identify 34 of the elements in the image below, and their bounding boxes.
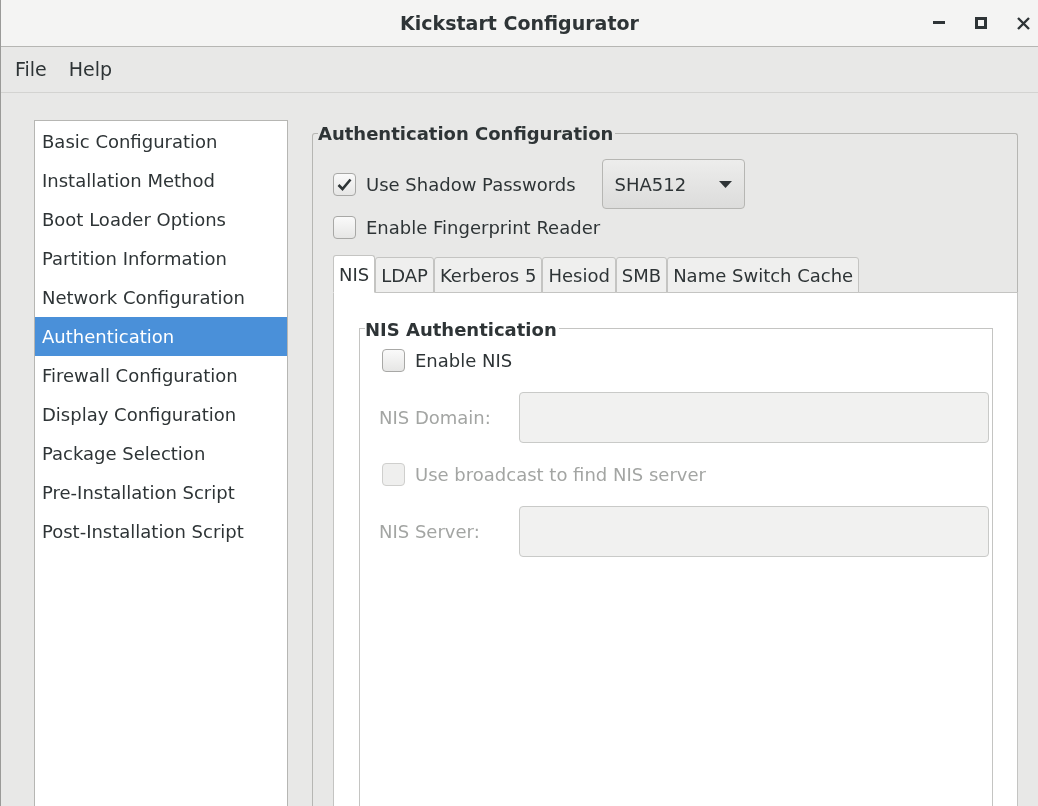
checkbox[interactable] bbox=[333, 216, 356, 239]
tab[interactable]: Name Switch Cache bbox=[667, 257, 860, 293]
tab[interactable]: LDAP bbox=[375, 257, 434, 293]
field-label: NIS Server: bbox=[379, 520, 481, 544]
caret-icon bbox=[718, 180, 732, 188]
checkbox-label: Enable Fingerprint Reader bbox=[366, 216, 601, 240]
sidebar-item[interactable]: Basic Configuration bbox=[35, 122, 287, 161]
sidebar-item[interactable]: Firewall Configuration bbox=[35, 356, 287, 395]
field-label: NIS Domain: bbox=[379, 406, 492, 430]
sidebar-item[interactable]: Partition Information bbox=[35, 239, 287, 278]
close-icon[interactable] bbox=[1017, 16, 1030, 30]
tab[interactable]: SMB bbox=[615, 257, 668, 293]
sidebar-item[interactable]: Network Configuration bbox=[35, 278, 287, 317]
checkbox-label: Use broadcast to find NIS server bbox=[415, 463, 706, 487]
algorithm-dropdown[interactable]: SHA512 bbox=[601, 159, 745, 209]
checkbox-label: Enable NIS bbox=[415, 349, 513, 373]
minimize-icon[interactable] bbox=[933, 21, 945, 25]
maximize-icon[interactable] bbox=[975, 17, 987, 29]
menu-item[interactable]: Help bbox=[58, 55, 123, 84]
sidebar-item[interactable]: Pre-Installation Script bbox=[35, 473, 287, 512]
checkbox-label: Use Shadow Passwords bbox=[366, 172, 576, 197]
checkbox[interactable] bbox=[333, 172, 356, 196]
tab[interactable]: Kerberos 5 bbox=[433, 257, 543, 293]
sidebar-item[interactable]: Boot Loader Options bbox=[35, 200, 287, 239]
tab[interactable]: NIS bbox=[333, 255, 376, 293]
sidebar-item[interactable]: Installation Method bbox=[35, 161, 287, 200]
checkbox[interactable] bbox=[382, 349, 405, 372]
menu-item[interactable]: File bbox=[5, 55, 57, 84]
sidebar-item[interactable]: Package Selection bbox=[35, 434, 287, 473]
window-title: Kickstart Configurator bbox=[400, 10, 639, 36]
sidebar-item[interactable]: Post-Installation Script bbox=[35, 512, 287, 551]
checkmark-icon bbox=[337, 177, 352, 191]
sidebar-item[interactable]: Display Configuration bbox=[35, 395, 287, 434]
tab[interactable]: Hesiod bbox=[542, 257, 616, 293]
